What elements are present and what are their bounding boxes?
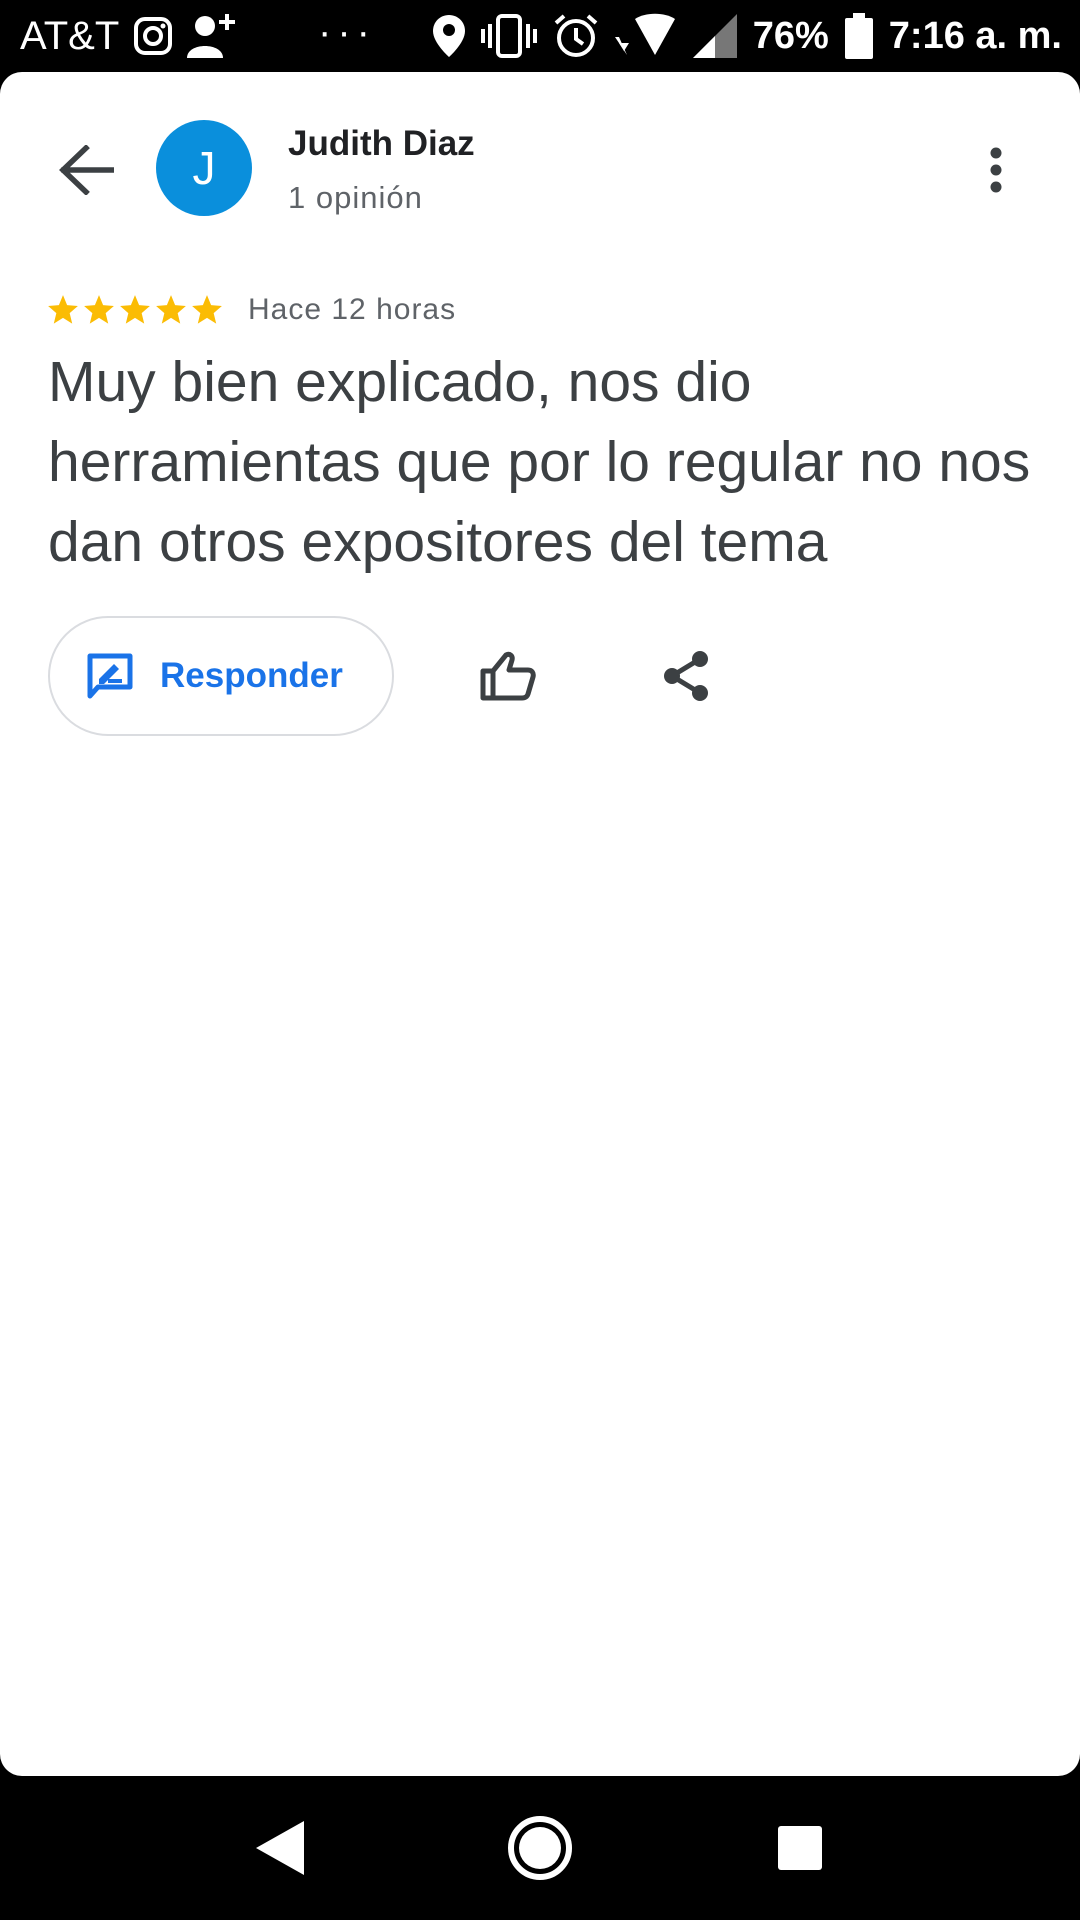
back-triangle-icon: [256, 1821, 304, 1875]
review-time: Hace 12 horas: [248, 293, 457, 326]
back-button[interactable]: [48, 132, 124, 208]
instagram-icon: [133, 16, 173, 56]
nav-back-button[interactable]: [235, 1803, 325, 1893]
review-card: J Judith Diaz 1 opinión Hace 12 horas Mu…: [0, 72, 1080, 1776]
share-icon: [664, 651, 708, 701]
star-icon: [48, 295, 78, 324]
review-text: Muy bien explicado, nos dio herramientas…: [48, 350, 1031, 574]
reply-button[interactable]: Responder: [48, 616, 394, 736]
navigation-bar: [0, 1776, 1080, 1920]
alarm-icon: [553, 13, 599, 59]
reply-label: Responder: [160, 656, 343, 695]
share-button[interactable]: [648, 638, 724, 714]
review-header: J Judith Diaz 1 opinión: [0, 72, 1080, 272]
wifi-icon: [614, 13, 677, 59]
rating-row: Hace 12 horas: [46, 282, 456, 338]
arrow-back-icon: [59, 145, 114, 195]
status-bar: AT&T ··· 76% 7:16 a. m.: [0, 0, 1080, 72]
reviewer-name[interactable]: Judith Diaz: [288, 124, 475, 164]
like-button[interactable]: [470, 638, 546, 714]
nav-recents-button[interactable]: [755, 1803, 845, 1893]
vibrate-icon: [480, 14, 537, 58]
battery-percent: 76%: [752, 14, 829, 57]
more-notifications-indicator: ···: [318, 10, 376, 54]
location-icon: [432, 15, 465, 57]
clock: 7:16 a. m.: [888, 14, 1062, 57]
review-actions: Responder: [48, 616, 948, 736]
reply-edit-icon: [87, 653, 133, 699]
star-icon: [192, 295, 222, 324]
more-vert-icon: [990, 147, 1002, 193]
thumb-up-icon: [480, 651, 536, 701]
home-circle-icon: [508, 1816, 572, 1880]
star-icon: [156, 295, 186, 324]
battery-icon: [844, 13, 873, 59]
star-rating: [46, 293, 224, 327]
star-icon: [120, 295, 150, 324]
signal-icon: [692, 14, 737, 58]
star-icon: [84, 295, 114, 324]
carrier-label: AT&T: [20, 13, 120, 58]
add-person-icon: [187, 12, 237, 60]
avatar-initial: J: [192, 142, 216, 194]
recents-square-icon: [778, 1826, 822, 1870]
avatar[interactable]: J: [156, 120, 252, 216]
nav-home-button[interactable]: [495, 1803, 585, 1893]
review-count: 1 opinión: [288, 180, 423, 215]
more-options-button[interactable]: [972, 132, 1020, 208]
